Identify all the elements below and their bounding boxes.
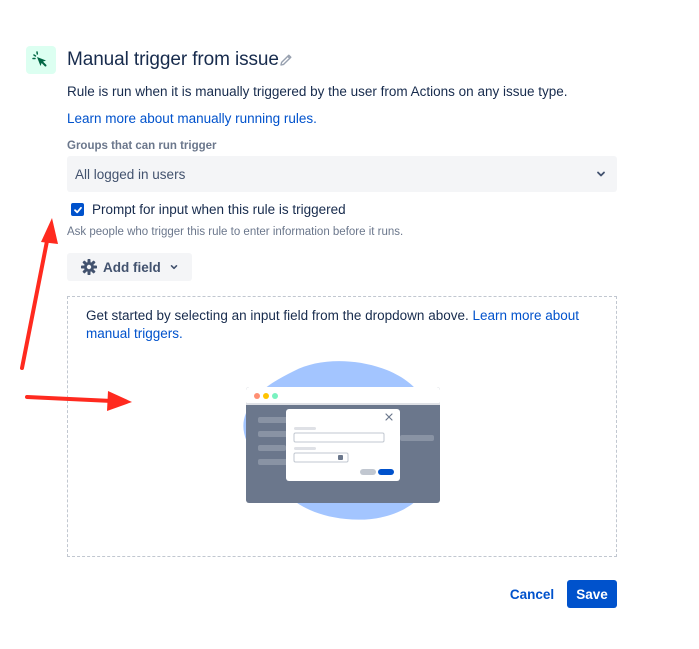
chevron-down-icon	[170, 265, 178, 270]
checkmark-icon	[73, 206, 82, 213]
learn-more-link[interactable]: Learn more about manually running rules.	[67, 110, 317, 128]
add-field-button[interactable]: Add field	[67, 253, 192, 281]
cursor-click-icon	[32, 51, 47, 67]
groups-label: Groups that can run trigger	[67, 140, 217, 152]
prompt-helper-text: Ask people who trigger this rule to ente…	[67, 226, 404, 238]
pencil-icon[interactable]	[278, 52, 294, 68]
chevron-down-icon	[597, 171, 605, 177]
form-dialog-illustration	[243, 361, 440, 520]
prompt-checkbox[interactable]	[71, 203, 84, 216]
prompt-checkbox-label[interactable]: Prompt for input when this rule is trigg…	[92, 201, 346, 219]
cancel-button[interactable]: Cancel	[502, 580, 562, 608]
empty-state-message: Get started by selecting an input field …	[86, 308, 473, 323]
page-title: Manual trigger from issue	[67, 49, 279, 70]
groups-select-value: All logged in users	[75, 166, 186, 182]
save-button[interactable]: Save	[567, 580, 617, 608]
gear-icon	[81, 259, 97, 275]
groups-select[interactable]: All logged in users	[67, 156, 617, 192]
empty-state-text: Get started by selecting an input field …	[86, 307, 586, 343]
trigger-icon	[26, 46, 56, 74]
trigger-description: Rule is run when it is manually triggere…	[67, 84, 568, 99]
input-fields-empty-state: Get started by selecting an input field …	[67, 296, 617, 557]
annotation-arrow-up	[20, 218, 58, 370]
add-field-label: Add field	[103, 259, 161, 275]
